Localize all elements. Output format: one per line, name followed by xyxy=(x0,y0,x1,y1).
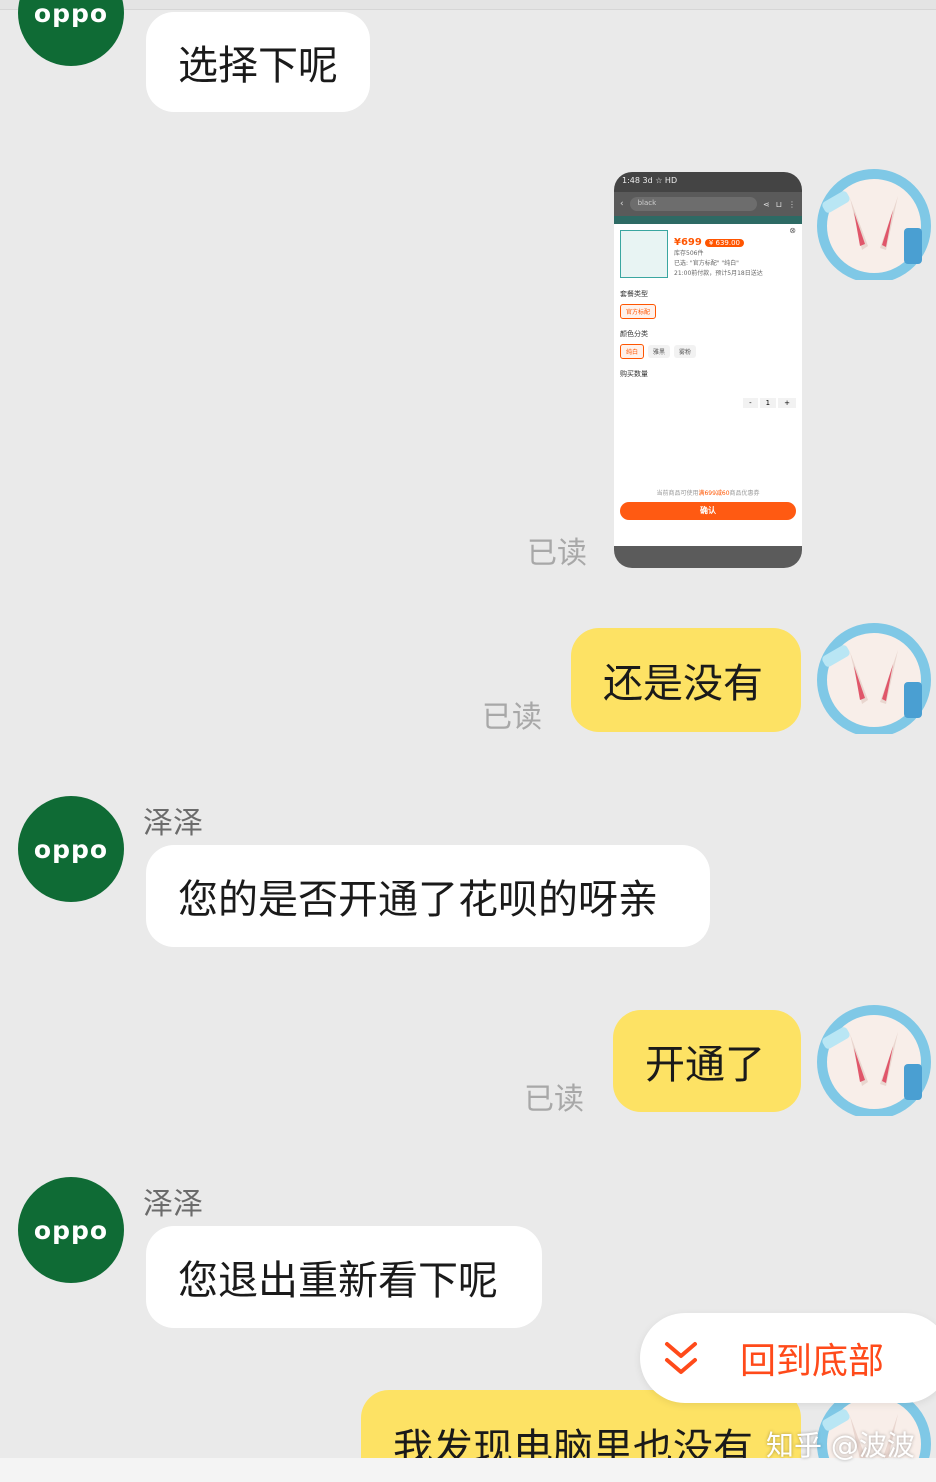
message-bubble[interactable]: 您退出重新看下呢 xyxy=(146,1226,542,1328)
color-label: 颜色分类 xyxy=(620,330,648,338)
top-divider xyxy=(0,0,936,10)
stock-text: 库存506件 xyxy=(674,250,704,257)
message-bubble[interactable]: 还是没有 xyxy=(571,628,801,732)
close-icon: ⊗ xyxy=(789,226,796,235)
color-option: 雅黑 xyxy=(648,345,671,358)
sender-name: 泽泽 xyxy=(143,806,203,841)
agent-avatar[interactable]: oppo xyxy=(18,796,124,902)
read-receipt: 已读 xyxy=(482,700,542,735)
confirm-button: 确认 xyxy=(620,502,796,520)
package-option: 官方标配 xyxy=(620,304,657,319)
agent-avatar[interactable]: oppo xyxy=(18,0,124,66)
back-icon: ‹ xyxy=(620,199,624,209)
screenshot-search-bar: ‹ black ⋖ ⊔ ⋮ xyxy=(614,192,802,216)
message-text: 还是没有 xyxy=(603,661,763,707)
screenshot-sku-panel: ⊗ ¥699 ¥ 639.00 库存506件 已选: "官方标配" "纯白" 21… xyxy=(614,224,802,536)
product-price: ¥699 xyxy=(674,237,702,248)
selected-text: 已选: "官方标配" "纯白" xyxy=(674,260,739,267)
message-text: 您退出重新看下呢 xyxy=(178,1258,498,1304)
message-bubble[interactable]: 开通了 xyxy=(613,1010,801,1112)
color-option: 纯白 xyxy=(620,344,645,359)
user-avatar[interactable] xyxy=(812,168,936,280)
sender-name: 泽泽 xyxy=(143,1187,203,1222)
double-chevron-down-icon xyxy=(665,1342,697,1374)
screenshot-nav-bar xyxy=(614,546,802,568)
screenshot-search-input: black xyxy=(629,197,758,211)
back-to-bottom-button[interactable]: 回到底部 xyxy=(640,1313,936,1403)
back-to-bottom-label: 回到底部 xyxy=(740,1341,885,1382)
user-avatar[interactable] xyxy=(812,1004,936,1116)
watermark: 知乎 @波波 xyxy=(766,1429,915,1462)
share-icon: ⋖ xyxy=(763,199,770,209)
color-option: 雾粉 xyxy=(674,345,697,358)
coupon-price-badge: ¥ 639.00 xyxy=(704,239,745,247)
screenshot-tab-strip xyxy=(614,216,802,224)
cart-icon: ⊔ xyxy=(775,199,782,209)
message-text: 选择下呢 xyxy=(178,43,338,89)
message-text: 开通了 xyxy=(645,1042,765,1088)
delivery-text: 21:00前付款，预计5月18日送达 xyxy=(674,270,763,277)
message-bubble[interactable]: 选择下呢 xyxy=(146,12,370,112)
read-receipt: 已读 xyxy=(524,1082,584,1117)
message-text: 您的是否开通了花呗的呀亲 xyxy=(178,877,658,923)
more-icon: ⋮ xyxy=(788,199,796,209)
user-avatar[interactable] xyxy=(812,622,936,734)
qty-value: 1 xyxy=(759,398,777,408)
read-receipt: 已读 xyxy=(527,536,587,571)
agent-avatar[interactable]: oppo xyxy=(18,1177,124,1283)
message-bubble[interactable]: 您的是否开通了花呗的呀亲 xyxy=(146,845,710,947)
qty-stepper: -1 + xyxy=(743,398,796,408)
screenshot-status-bar: 1:48 3d ☆ HD xyxy=(614,172,802,192)
shared-screenshot-image[interactable]: 1:48 3d ☆ HD ‹ black ⋖ ⊔ ⋮ ⊗ ¥699 ¥ 639.0… xyxy=(614,172,802,568)
product-thumbnail xyxy=(620,230,668,278)
package-label: 套餐类型 xyxy=(620,290,648,298)
coupon-note: 当前商品可使用满699减60商品优惠券 xyxy=(656,490,760,497)
qty-label: 购买数量 xyxy=(620,370,648,378)
